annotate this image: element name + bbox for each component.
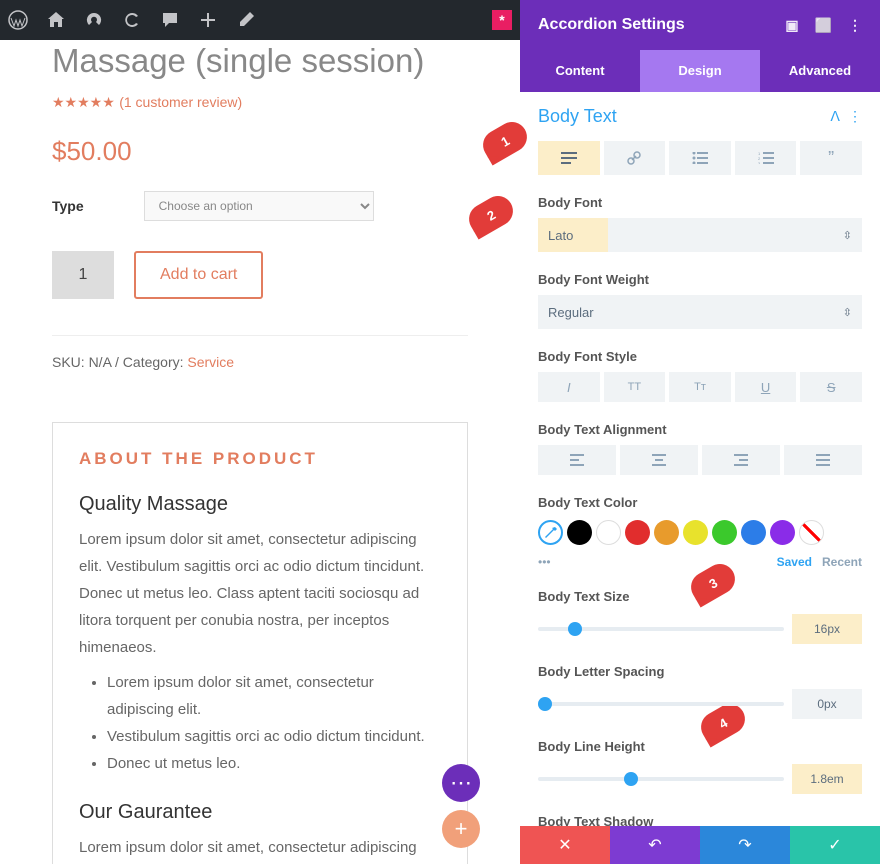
quantity-input[interactable] bbox=[52, 251, 114, 299]
align-center[interactable] bbox=[620, 445, 698, 475]
swatch-none[interactable] bbox=[799, 520, 824, 545]
text-type-ul[interactable] bbox=[669, 141, 731, 175]
about-heading-1: Quality Massage bbox=[79, 493, 441, 516]
text-type-ol[interactable]: 123 bbox=[735, 141, 797, 175]
weight-label: Body Font Weight bbox=[538, 272, 862, 287]
panel-tabs: Content Design Advanced bbox=[520, 50, 880, 92]
size-slider[interactable] bbox=[538, 627, 784, 631]
page-content: Massage (single session) ★★★★★ (1 custom… bbox=[0, 40, 520, 864]
color-swatches: ••• Saved Recent bbox=[538, 520, 862, 569]
divi-settings-panel: Accordion Settings ▣ ⬜ ⋮ Content Design … bbox=[520, 0, 880, 864]
list-item: Vestibulum sagittis orci ac odio dictum … bbox=[107, 723, 441, 750]
expand-icon[interactable]: ⬜ bbox=[815, 17, 832, 34]
undo-button[interactable]: ↶ bbox=[610, 826, 700, 864]
wp-logo-icon[interactable] bbox=[8, 10, 28, 30]
style-label: Body Font Style bbox=[538, 349, 862, 364]
swatch-yellow[interactable] bbox=[683, 520, 708, 545]
tab-design[interactable]: Design bbox=[640, 50, 760, 92]
style-underline[interactable]: U bbox=[735, 372, 797, 402]
swatch-orange[interactable] bbox=[654, 520, 679, 545]
align-label: Body Text Alignment bbox=[538, 422, 862, 437]
spacing-label: Body Letter Spacing bbox=[538, 664, 862, 679]
meter-icon[interactable] bbox=[84, 10, 104, 30]
swatch-purple[interactable] bbox=[770, 520, 795, 545]
edit-icon[interactable] bbox=[236, 10, 256, 30]
redo-button[interactable]: ↷ bbox=[700, 826, 790, 864]
saved-colors-tab[interactable]: Saved bbox=[777, 555, 812, 569]
add-to-cart-button[interactable]: Add to cart bbox=[134, 251, 263, 299]
save-button[interactable]: ✓ bbox=[790, 826, 880, 864]
tab-content[interactable]: Content bbox=[520, 50, 640, 92]
list-item: Lorem ipsum dolor sit amet, consectetur … bbox=[107, 669, 441, 723]
color-more-icon[interactable]: ••• bbox=[538, 555, 551, 569]
cancel-button[interactable]: ✕ bbox=[520, 826, 610, 864]
swatch-white[interactable] bbox=[596, 520, 621, 545]
weight-select[interactable]: Regular⇳ bbox=[538, 295, 862, 329]
product-price: $50.00 bbox=[52, 136, 468, 167]
panel-header: Accordion Settings ▣ ⬜ ⋮ bbox=[520, 0, 880, 50]
add-fab[interactable]: + bbox=[442, 810, 480, 848]
shadow-label: Body Text Shadow bbox=[538, 814, 862, 826]
text-type-row: 123 ” bbox=[538, 141, 862, 175]
type-label: Type bbox=[52, 198, 84, 214]
about-heading-2: Our Gaurantee bbox=[79, 801, 441, 824]
text-type-quote[interactable]: ” bbox=[800, 141, 862, 175]
about-accordion: ABOUT THE PRODUCT Quality Massage Lorem … bbox=[52, 422, 468, 864]
lineheight-label: Body Line Height bbox=[538, 739, 862, 754]
lineheight-slider[interactable] bbox=[538, 777, 784, 781]
style-uppercase[interactable]: TT bbox=[604, 372, 666, 402]
list-item: Donec ut metus leo. bbox=[107, 750, 441, 777]
style-smallcaps[interactable]: Tᴛ bbox=[669, 372, 731, 402]
spacing-slider[interactable] bbox=[538, 702, 784, 706]
about-text-2: Lorem ipsum dolor sit amet, consectetur … bbox=[79, 834, 441, 864]
lineheight-value[interactable]: 1.8em bbox=[792, 764, 862, 794]
swatch-blue[interactable] bbox=[741, 520, 766, 545]
comment-icon[interactable] bbox=[160, 10, 180, 30]
type-select[interactable]: Choose an option bbox=[144, 191, 374, 221]
wp-admin-bar[interactable]: * bbox=[0, 0, 520, 40]
star-rating: ★★★★★ bbox=[52, 94, 115, 110]
align-justify[interactable] bbox=[784, 445, 862, 475]
about-text-1: Lorem ipsum dolor sit amet, consectetur … bbox=[79, 526, 441, 661]
callout-1: 1 bbox=[520, 117, 532, 166]
color-picker-icon[interactable] bbox=[538, 520, 563, 545]
focus-icon[interactable]: ▣ bbox=[785, 17, 798, 34]
tab-advanced[interactable]: Advanced bbox=[760, 50, 880, 92]
refresh-icon[interactable] bbox=[122, 10, 142, 30]
text-type-paragraph[interactable] bbox=[538, 141, 600, 175]
text-type-link[interactable] bbox=[604, 141, 666, 175]
about-title: ABOUT THE PRODUCT bbox=[79, 449, 441, 469]
align-left[interactable] bbox=[538, 445, 616, 475]
color-label: Body Text Color bbox=[538, 495, 862, 510]
size-value[interactable]: 16px bbox=[792, 614, 862, 644]
spacing-value[interactable]: 0px bbox=[792, 689, 862, 719]
panel-footer: ✕ ↶ ↷ ✓ bbox=[520, 826, 880, 864]
recent-colors-tab[interactable]: Recent bbox=[822, 555, 862, 569]
font-label: Body Font bbox=[538, 195, 862, 210]
home-icon[interactable] bbox=[46, 10, 66, 30]
product-title: Massage (single session) bbox=[52, 42, 468, 80]
section-more-icon[interactable]: ⋮ bbox=[848, 108, 862, 125]
style-strike[interactable]: S bbox=[800, 372, 862, 402]
more-icon[interactable]: ⋮ bbox=[848, 17, 862, 34]
category-link[interactable]: Service bbox=[187, 354, 234, 370]
plus-icon[interactable] bbox=[198, 10, 218, 30]
svg-text:3: 3 bbox=[758, 161, 761, 164]
product-meta: SKU: N/A / Category: Service bbox=[52, 335, 468, 370]
swatch-green[interactable] bbox=[712, 520, 737, 545]
swatch-red[interactable] bbox=[625, 520, 650, 545]
swatch-black[interactable] bbox=[567, 520, 592, 545]
chevron-up-icon[interactable]: ᐱ bbox=[830, 108, 840, 125]
settings-fab[interactable]: ⋯ bbox=[442, 764, 480, 802]
review-link[interactable]: (1 customer review) bbox=[119, 94, 242, 110]
section-body-text[interactable]: Body Text ᐱ ⋮ bbox=[538, 106, 862, 127]
style-italic[interactable]: I bbox=[538, 372, 600, 402]
align-right[interactable] bbox=[702, 445, 780, 475]
plugin-badge[interactable]: * bbox=[492, 10, 512, 30]
font-select[interactable]: Lato⇳ bbox=[538, 218, 862, 252]
